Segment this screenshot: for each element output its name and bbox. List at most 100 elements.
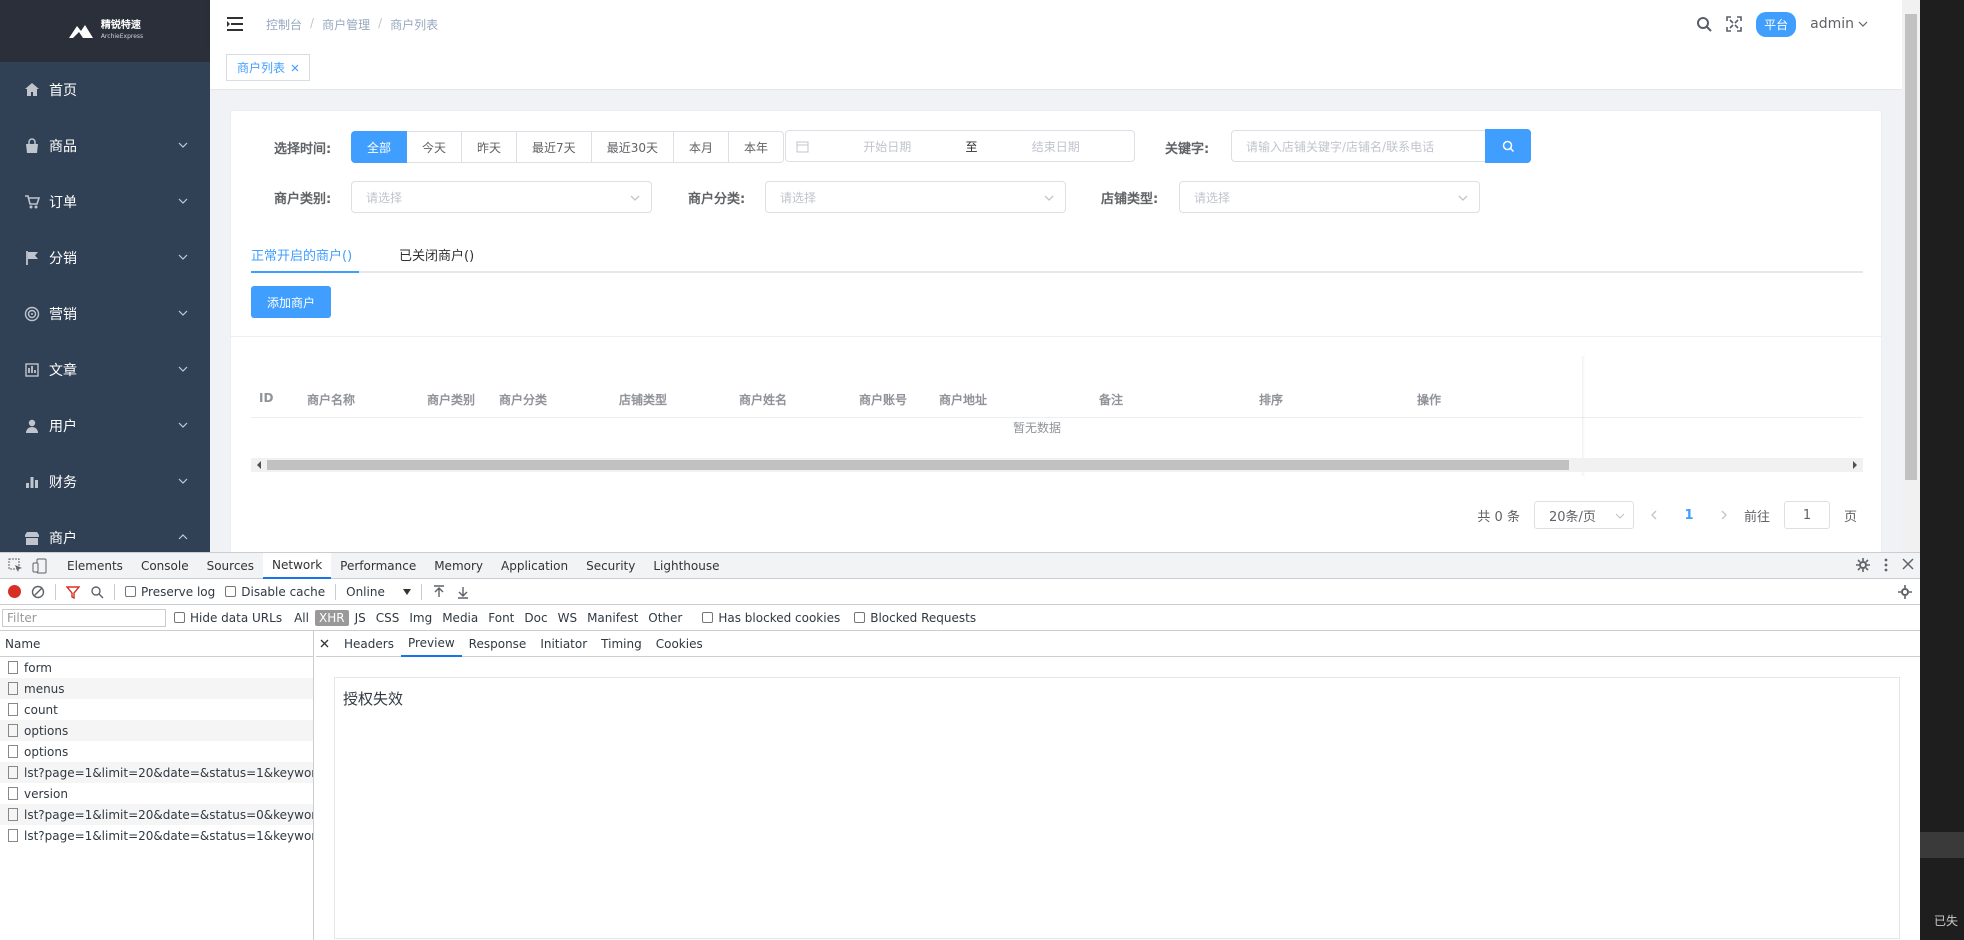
filter-input[interactable]: Filter — [2, 608, 166, 627]
sidebar-item-4[interactable]: 营销 — [0, 286, 210, 342]
checkbox-box[interactable] — [702, 612, 714, 623]
breadcrumb-item-merchant-management[interactable]: 商户管理 — [322, 16, 370, 33]
sidebar-item-2[interactable]: 订单 — [0, 174, 210, 230]
sidebar-item-1[interactable]: 商品 — [0, 118, 210, 174]
has-blocked-cookies-checkbox[interactable]: Has blocked cookies — [702, 611, 840, 625]
request-row[interactable]: menus — [0, 678, 313, 699]
request-row[interactable]: lst?page=1&limit=20&date=&status=1&keywo… — [0, 825, 313, 846]
sidebar-item-8[interactable]: 商户 — [0, 510, 210, 552]
date-filter-button[interactable]: 最近7天 — [517, 131, 592, 163]
filter-type-doc[interactable]: Doc — [520, 610, 551, 626]
store-type-select[interactable]: 请选择 — [1179, 181, 1480, 213]
page-size-select[interactable]: 20条/页 — [1533, 501, 1634, 529]
filter-type-other[interactable]: Other — [644, 610, 686, 626]
sidebar-item-6[interactable]: 用户 — [0, 398, 210, 454]
devtools-tab-console[interactable]: Console — [132, 553, 198, 579]
filter-type-js[interactable]: JS — [351, 610, 370, 626]
search-button[interactable] — [1485, 129, 1531, 163]
detail-tab-preview[interactable]: Preview — [400, 631, 462, 657]
keyword-input[interactable]: 请输入店铺关键字/店铺名/联系电话 — [1231, 130, 1485, 162]
filter-type-css[interactable]: CSS — [372, 610, 404, 626]
filter-type-ws[interactable]: WS — [554, 610, 581, 626]
date-filter-button[interactable]: 本年 — [728, 131, 784, 163]
clear-icon[interactable] — [31, 585, 45, 599]
request-row[interactable]: count — [0, 699, 313, 720]
request-row[interactable]: options — [0, 720, 313, 741]
date-filter-button[interactable]: 全部 — [351, 131, 408, 163]
page-number[interactable]: 1 — [1674, 508, 1704, 523]
devtools-tab-performance[interactable]: Performance — [331, 553, 425, 579]
date-filter-button[interactable]: 今天 — [407, 131, 463, 163]
tab-open-merchants[interactable]: 正常开启的商户() — [251, 245, 352, 264]
checkbox-box[interactable] — [854, 612, 866, 623]
detail-tab-initiator[interactable]: Initiator — [533, 631, 594, 657]
preserve-log-checkbox[interactable]: Preserve log — [125, 585, 215, 599]
filter-type-font[interactable]: Font — [484, 610, 518, 626]
devtools-tab-security[interactable]: Security — [577, 553, 644, 579]
classify-select[interactable]: 请选择 — [765, 181, 1066, 213]
filter-type-all[interactable]: All — [290, 610, 313, 626]
scroll-right-icon[interactable] — [1851, 461, 1859, 469]
detail-tab-timing[interactable]: Timing — [594, 631, 649, 657]
sidebar-item-0[interactable]: 首页 — [0, 62, 210, 118]
record-icon[interactable] — [8, 585, 21, 598]
devtools-tab-sources[interactable]: Sources — [198, 553, 263, 579]
date-range-picker[interactable]: 开始日期 至 结束日期 — [785, 130, 1135, 162]
checkbox-box[interactable] — [125, 586, 136, 597]
sidebar-item-7[interactable]: 财务 — [0, 454, 210, 510]
throttling-select[interactable]: Online — [346, 585, 411, 599]
request-row[interactable]: options — [0, 741, 313, 762]
filter-type-xhr[interactable]: XHR — [314, 609, 349, 626]
sidebar-item-5[interactable]: 文章 — [0, 342, 210, 398]
detail-tab-cookies[interactable]: Cookies — [649, 631, 710, 657]
hamburger-icon[interactable] — [226, 15, 244, 33]
devtools-tab-elements[interactable]: Elements — [58, 553, 132, 579]
more-menu-icon[interactable] — [1884, 558, 1888, 572]
scroll-left-icon[interactable] — [255, 461, 263, 469]
checkbox-box[interactable] — [174, 612, 185, 623]
devtools-tab-network[interactable]: Network — [263, 552, 332, 579]
hide-data-urls-checkbox[interactable]: Hide data URLs — [174, 611, 282, 625]
search-icon[interactable] — [1696, 16, 1712, 32]
prev-page-icon[interactable] — [1648, 509, 1660, 521]
blocked-requests-checkbox[interactable]: Blocked Requests — [854, 611, 976, 625]
device-toolbar-icon[interactable] — [32, 558, 48, 574]
devtools-tab-lighthouse[interactable]: Lighthouse — [644, 553, 728, 579]
filter-type-img[interactable]: Img — [405, 610, 436, 626]
close-detail-icon[interactable] — [320, 639, 329, 648]
user-dropdown[interactable]: admin — [1810, 16, 1868, 32]
detail-tab-response[interactable]: Response — [462, 631, 534, 657]
date-filter-button[interactable]: 本月 — [673, 131, 729, 163]
filter-type-manifest[interactable]: Manifest — [583, 610, 642, 626]
page-jump-input[interactable]: 1 — [1783, 501, 1830, 529]
end-date-input[interactable]: 结束日期 — [978, 138, 1135, 155]
disable-cache-checkbox[interactable]: Disable cache — [225, 585, 325, 599]
request-row[interactable]: lst?page=1&limit=20&date=&status=1&keywo… — [0, 762, 313, 783]
add-merchant-button[interactable]: 添加商户 — [251, 286, 332, 318]
start-date-input[interactable]: 开始日期 — [809, 138, 966, 155]
inspect-element-icon[interactable] — [8, 558, 24, 574]
breadcrumb-item-dashboard[interactable]: 控制台 — [266, 16, 302, 33]
category-select[interactable]: 请选择 — [351, 181, 652, 213]
filter-icon[interactable] — [66, 585, 80, 599]
network-settings-gear-icon[interactable] — [1898, 585, 1912, 599]
export-har-icon[interactable] — [456, 585, 470, 599]
search-icon[interactable] — [90, 585, 104, 599]
scrollbar-thumb[interactable] — [267, 460, 1569, 470]
scrollbar-thumb[interactable] — [1905, 14, 1917, 480]
fullscreen-icon[interactable] — [1726, 16, 1742, 32]
next-page-icon[interactable] — [1718, 509, 1730, 521]
checkbox-box[interactable] — [225, 586, 237, 597]
request-row[interactable]: form — [0, 657, 313, 678]
import-har-icon[interactable] — [432, 584, 446, 599]
filter-type-media[interactable]: Media — [438, 610, 482, 626]
tag-merchant-list[interactable]: 商户列表 — [226, 54, 311, 81]
settings-gear-icon[interactable] — [1856, 558, 1870, 572]
request-row[interactable]: version — [0, 783, 313, 804]
close-icon[interactable] — [291, 64, 299, 72]
tab-closed-merchants[interactable]: 已关闭商户() — [399, 245, 474, 264]
devtools-tab-memory[interactable]: Memory — [425, 553, 492, 579]
table-horizontal-scrollbar[interactable] — [251, 458, 1863, 472]
page-vertical-scrollbar[interactable] — [1902, 0, 1920, 552]
date-filter-button[interactable]: 最近30天 — [591, 131, 674, 163]
